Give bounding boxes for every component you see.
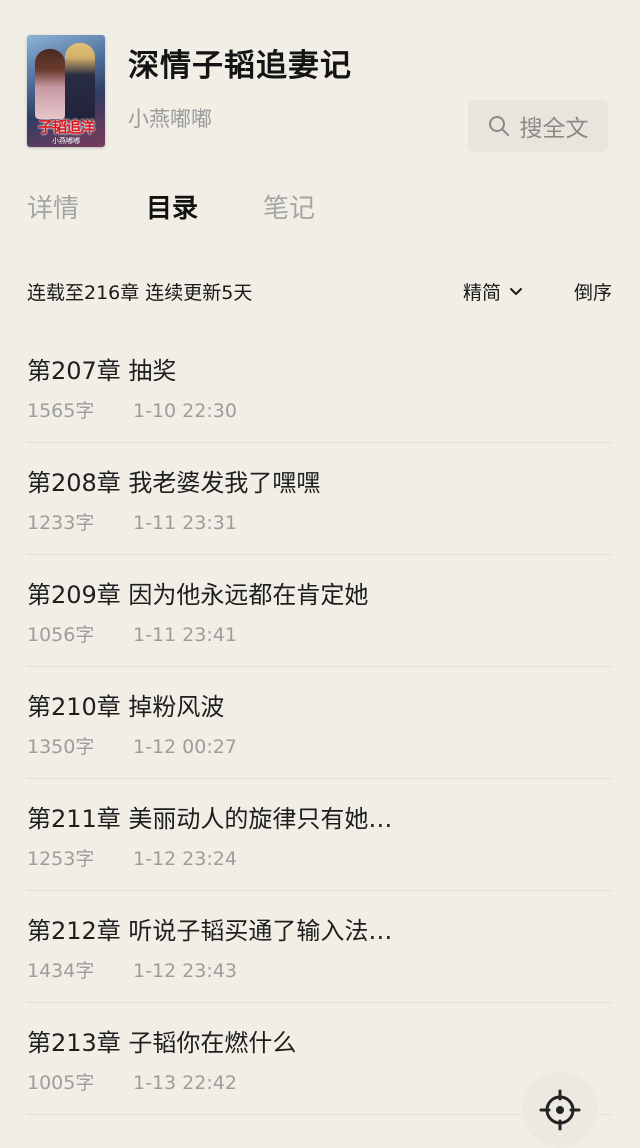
chapter-row[interactable]: 第212章 听说子韬买通了输入法… 1434字 1-12 23:43 [0,891,640,1003]
tab-catalog[interactable]: 目录 [146,188,198,225]
chapter-word-count: 1056字 [27,624,95,646]
chapter-meta: 1565字 1-10 22:30 [27,396,237,423]
reverse-order-button[interactable]: 倒序 [574,278,612,305]
chapter-time: 1-12 23:24 [133,848,237,870]
chapter-meta: 1253字 1-12 23:24 [27,844,237,871]
update-status: 连载至216章 连续更新5天 [27,282,253,304]
chapter-row[interactable]: 第210章 掉粉风波 1350字 1-12 00:27 [0,667,640,779]
mode-dropdown[interactable]: 精简 [463,278,523,305]
chapter-title: 第207章 抽奖 [27,357,177,385]
book-title: 深情子韬追妻记 [128,48,352,84]
chapter-meta: 1233字 1-11 23:31 [27,508,237,535]
chapter-title: 第213章 子韬你在燃什么 [27,1029,297,1057]
chevron-down-icon [510,287,523,295]
chapter-word-count: 1253字 [27,848,95,870]
chapter-row[interactable]: 第209章 因为他永远都在肯定她 1056字 1-11 23:41 [0,555,640,667]
crosshair-icon [539,1089,581,1131]
chapter-time: 1-10 22:30 [133,400,237,422]
chapter-word-count: 1233字 [27,512,95,534]
chapter-title: 第209章 因为他永远都在肯定她 [27,581,369,609]
chapter-row[interactable]: 第208章 我老婆发我了嘿嘿 1233字 1-11 23:31 [0,443,640,555]
tab-details[interactable]: 详情 [27,188,79,225]
chapter-meta: 1056字 1-11 23:41 [27,620,237,647]
chapter-meta: 1005字 1-13 22:42 [27,1068,237,1095]
chapter-row[interactable]: 第207章 抽奖 1565字 1-10 22:30 [0,331,640,443]
chapter-meta: 1434字 1-12 23:43 [27,956,237,983]
chapter-time: 1-13 22:42 [133,1072,237,1094]
cover-subtitle: 小燕嘟嘟 [52,137,80,145]
chapter-time: 1-12 23:43 [133,960,237,982]
chapter-time: 1-11 23:31 [133,512,237,534]
chapter-word-count: 1565字 [27,400,95,422]
chapter-title: 第208章 我老婆发我了嘿嘿 [27,469,321,497]
chapter-title: 第211章 美丽动人的旋律只有她… [27,805,393,833]
chapter-word-count: 1434字 [27,960,95,982]
chapter-meta: 1350字 1-12 00:27 [27,732,237,759]
search-fulltext-button[interactable]: 搜全文 [468,100,608,152]
locate-current-chapter-button[interactable] [522,1072,598,1148]
chapter-title: 第210章 掉粉风波 [27,693,225,721]
chapter-list: 第207章 抽奖 1565字 1-10 22:30 第208章 我老婆发我了嘿嘿 … [0,331,640,1115]
tab-bar: 详情 目录 笔记 [0,188,640,238]
book-author[interactable]: 小燕嘟嘟 [128,103,212,133]
chapter-row[interactable]: 第211章 美丽动人的旋律只有她… 1253字 1-12 23:24 [0,779,640,891]
tab-notes[interactable]: 笔记 [263,188,315,225]
search-icon [488,116,509,136]
toc-info-bar: 连载至216章 连续更新5天 精简 倒序 [0,270,640,310]
chapter-word-count: 1350字 [27,736,95,758]
chapter-time: 1-12 00:27 [133,736,237,758]
cover-figure-man [65,43,95,123]
chapter-word-count: 1005字 [27,1072,95,1094]
cover-title: 子韬追洋 [37,118,95,136]
book-cover[interactable]: 子韬追洋 小燕嘟嘟 [27,35,105,147]
mode-label: 精简 [463,282,502,304]
cover-figure-woman [35,49,65,119]
search-fulltext-label: 搜全文 [519,116,589,142]
chapter-time: 1-11 23:41 [133,624,237,646]
chapter-title: 第212章 听说子韬买通了输入法… [27,917,393,945]
